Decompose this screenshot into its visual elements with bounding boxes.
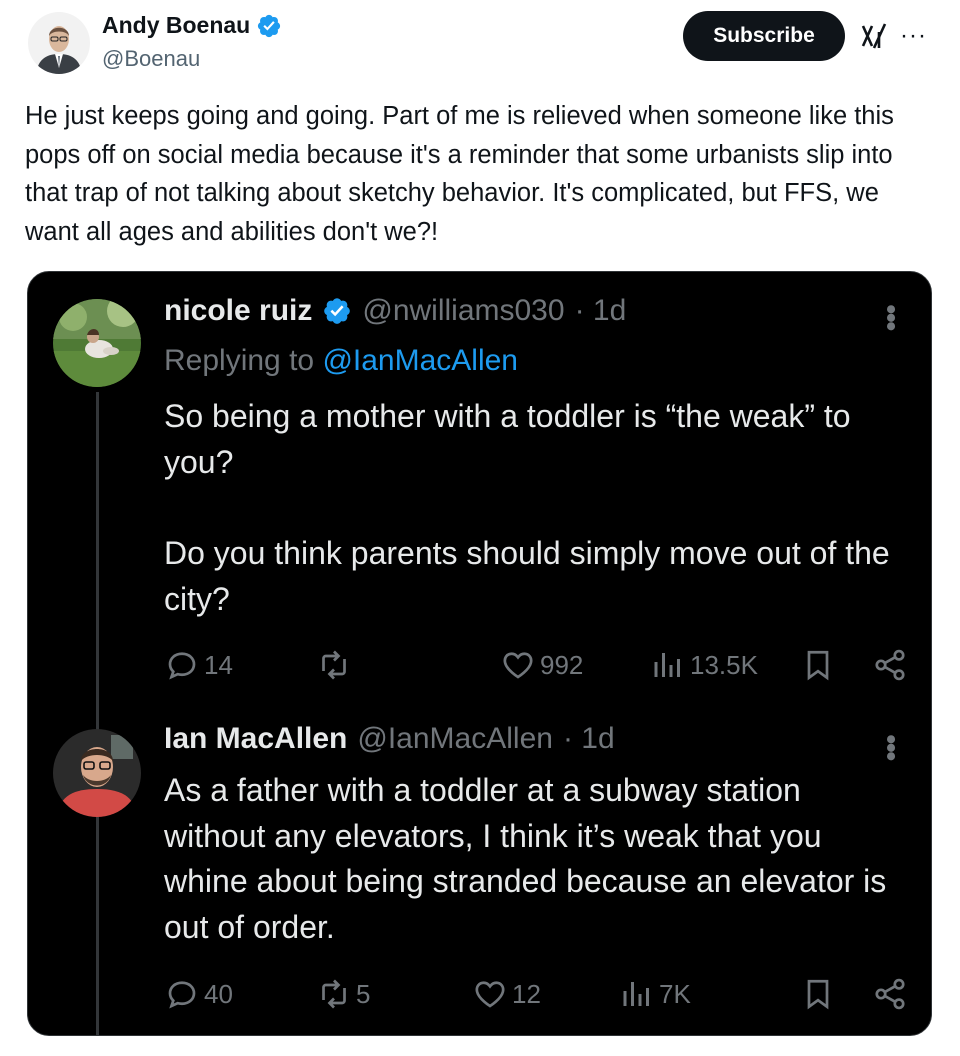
author-avatar[interactable] [28, 12, 90, 74]
tweet1-header: nicole ruiz @nwilliams030 · 1d [164, 294, 626, 328]
tweet1-name[interactable]: nicole ruiz [164, 294, 312, 328]
subscribe-button[interactable]: Subscribe [683, 11, 845, 61]
more-icon[interactable]: ••• [874, 734, 907, 760]
more-icon[interactable]: ••• [874, 304, 907, 330]
like-action[interactable]: 992 [500, 645, 583, 685]
bookmark-icon [807, 979, 829, 1010]
like-icon [475, 981, 505, 1008]
reply-icon [168, 981, 196, 1009]
grok-icon[interactable] [860, 22, 888, 50]
reply-icon [168, 652, 196, 680]
post-text: He just keeps going and going. Part of m… [25, 102, 894, 246]
repost-count: 5 [356, 978, 371, 1009]
post-header: Andy Boenau @Boenau Subscribe ··· [0, 0, 960, 90]
reply-action[interactable]: 40 [164, 974, 233, 1014]
more-icon[interactable]: ··· [900, 22, 927, 50]
verified-icon [324, 298, 351, 324]
reply-count: 40 [204, 978, 233, 1009]
tweet2-actions: 40 5 12 7K [164, 974, 905, 1014]
tweet1-text-p2: Do you think parents should simply move … [164, 535, 890, 617]
tweet1-actions: 14 992 13.5K [164, 645, 905, 685]
views-count: 13.5K [690, 649, 758, 680]
repost-icon [322, 650, 346, 680]
tweet2-time: · 1d [562, 722, 615, 755]
tweet1-text-p1: So being a mother with a toddler is “the… [164, 398, 851, 480]
bookmark-action[interactable] [800, 974, 836, 1014]
replying-prefix: Replying to [164, 344, 323, 377]
views-icon [623, 982, 649, 1006]
tweet2-name[interactable]: Ian MacAllen [164, 722, 347, 756]
share-action[interactable] [872, 974, 908, 1014]
verified-icon [258, 14, 281, 37]
views-count: 7K [659, 978, 691, 1009]
author-name-row[interactable]: Andy Boenau [102, 12, 282, 39]
repost-icon [322, 979, 346, 1009]
like-count: 992 [540, 649, 584, 680]
reply-action[interactable]: 14 [164, 645, 233, 685]
like-icon [503, 652, 533, 679]
views-action[interactable]: 13.5K [650, 645, 758, 685]
author-handle[interactable]: @Boenau [102, 46, 200, 72]
author-name[interactable]: Andy Boenau [102, 12, 250, 39]
like-action[interactable]: 12 [472, 974, 541, 1014]
tweet2-text: As a father with a toddler at a subway s… [164, 772, 887, 945]
bookmark-icon [807, 650, 829, 681]
nicole-avatar[interactable] [53, 299, 141, 387]
replying-to: Replying to @IanMacAllen [164, 344, 518, 378]
tweet2-handle[interactable]: @IanMacAllen [357, 722, 553, 756]
replying-mention[interactable]: @IanMacAllen [322, 344, 518, 377]
embedded-screenshot[interactable]: nicole ruiz @nwilliams030 · 1d ••• Reply… [27, 271, 932, 1036]
tweet1-time: · 1d [574, 294, 627, 327]
reply-count: 14 [204, 649, 233, 680]
views-action[interactable]: 7K [619, 974, 691, 1014]
tweet1-handle[interactable]: @nwilliams030 [362, 294, 564, 328]
bookmark-action[interactable] [800, 645, 836, 685]
repost-action[interactable]: 5 [316, 974, 370, 1014]
share-icon [875, 649, 905, 681]
share-action[interactable] [872, 645, 908, 685]
thread-line [96, 392, 99, 1035]
tweet2-header: Ian MacAllen @IanMacAllen · 1d [164, 722, 615, 756]
repost-action[interactable] [316, 645, 356, 685]
views-icon [654, 653, 680, 677]
ian-avatar[interactable] [53, 729, 141, 817]
like-count: 12 [512, 978, 541, 1009]
share-icon [875, 978, 905, 1010]
